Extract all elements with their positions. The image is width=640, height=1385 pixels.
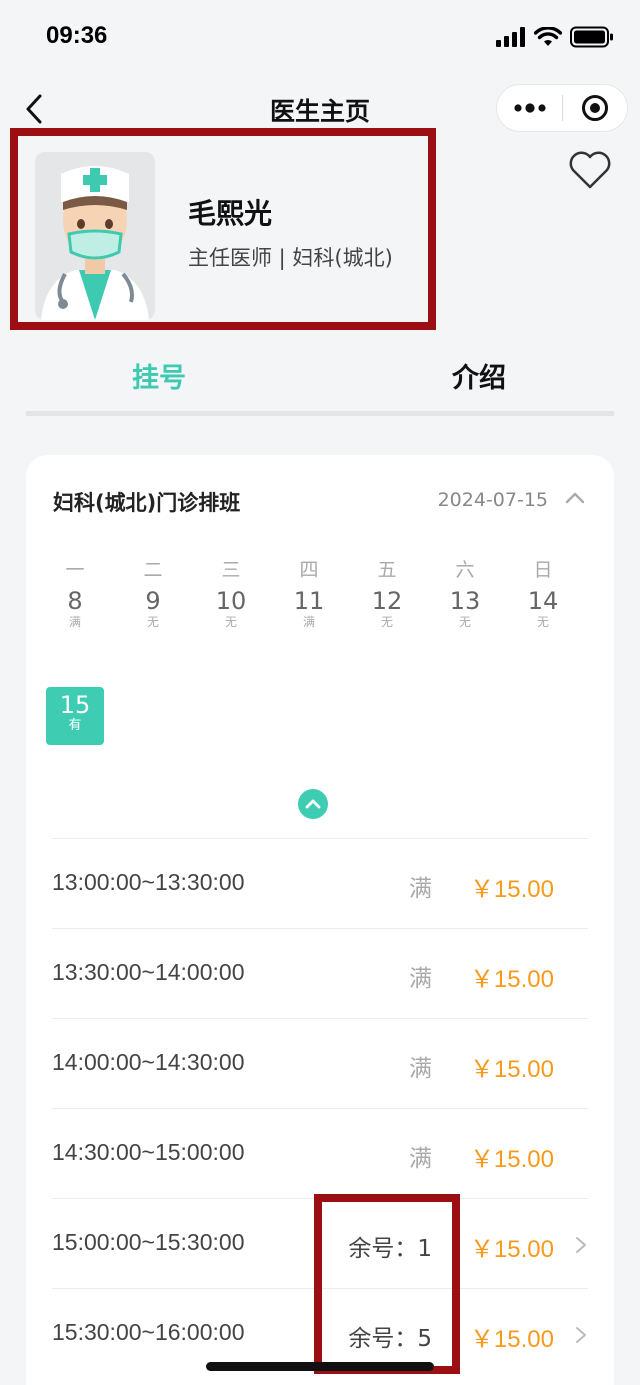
day-number: 10 <box>215 587 247 615</box>
slot-status: 满 <box>409 1056 432 1082</box>
doctor-avatar <box>35 152 155 320</box>
slot-price: ￥15.00 <box>469 876 554 903</box>
calendar-day[interactable]: 六 13 无 <box>426 555 504 629</box>
day-number: 11 <box>293 587 325 615</box>
calendar-day[interactable]: 三 10 无 <box>192 555 270 629</box>
day-status: 无 <box>536 615 549 629</box>
calendar-toggle-button[interactable] <box>564 487 586 507</box>
weekday-label: 一 <box>65 559 85 581</box>
day-status: 无 <box>224 615 237 629</box>
favorite-button[interactable] <box>568 150 612 190</box>
slot-status: 满 <box>409 966 432 992</box>
slot-time: 15:30:00~16:00:00 <box>52 1319 245 1345</box>
doctor-title-dept: 主任医师 | 妇科(城北) <box>188 246 393 270</box>
tab-bar: 挂号 介绍 <box>26 340 614 416</box>
doctor-name: 毛熙光 <box>188 197 273 230</box>
slot-status: 满 <box>409 876 432 902</box>
calendar-day-selected[interactable]: 15 有 <box>46 687 104 745</box>
day-number: 14 <box>527 587 559 615</box>
chevron-right-icon <box>574 1325 588 1345</box>
day-number: 9 <box>145 587 161 615</box>
time-slot-row: 13:30:00~14:00:00 满 ￥15.00 <box>52 928 588 1018</box>
signal-icon <box>496 27 525 47</box>
more-icon <box>513 103 546 113</box>
schedule-title: 妇科(城北)门诊排班 <box>53 491 241 515</box>
time-slot-row: 14:00:00~14:30:00 满 ￥15.00 <box>52 1018 588 1108</box>
slot-time: 15:00:00~15:30:00 <box>52 1229 245 1255</box>
week-calendar: 一 8 满 二 9 无 三 10 无 四 11 满 五 12 无 六 13 无 <box>36 555 582 629</box>
mini-program-capsule <box>496 84 628 132</box>
slot-time: 14:30:00~15:00:00 <box>52 1139 245 1165</box>
tab-introduction[interactable]: 介绍 <box>452 356 506 395</box>
day-status: 满 <box>68 615 81 629</box>
slot-price: ￥15.00 <box>469 1146 554 1173</box>
doctor-illustration-icon <box>35 152 155 320</box>
day-number: 13 <box>449 587 481 615</box>
calendar-day[interactable]: 日 14 无 <box>504 555 582 629</box>
status-time: 09:36 <box>46 22 108 49</box>
wifi-icon <box>534 27 562 46</box>
weekday-label: 日 <box>533 559 553 581</box>
weekday-label: 三 <box>221 559 241 581</box>
slot-price: ￥15.00 <box>469 1056 554 1083</box>
day-number: 12 <box>371 587 403 615</box>
tab-divider <box>26 411 614 416</box>
slot-time: 13:00:00~13:30:00 <box>52 869 245 895</box>
close-target-icon <box>581 95 608 121</box>
day-status: 有 <box>68 718 82 733</box>
slot-price: ￥15.00 <box>469 1326 554 1353</box>
calendar-day[interactable]: 五 12 无 <box>348 555 426 629</box>
weekday-label: 二 <box>143 559 163 581</box>
weekday-label: 六 <box>455 559 475 581</box>
chevron-up-icon <box>305 799 321 809</box>
calendar-day[interactable]: 二 9 无 <box>114 555 192 629</box>
chevron-up-icon <box>565 492 585 504</box>
weekday-label: 四 <box>299 559 319 581</box>
slot-price: ￥15.00 <box>469 966 554 993</box>
day-number: 15 <box>59 691 91 719</box>
home-indicator <box>206 1362 434 1371</box>
status-bar: 09:36 <box>0 0 640 80</box>
schedule-date[interactable]: 2024-07-15 <box>438 489 548 511</box>
close-button[interactable] <box>563 84 627 132</box>
remaining-slots-highlight <box>314 1194 460 1374</box>
day-status: 满 <box>302 615 315 629</box>
heart-outline-icon <box>569 151 611 189</box>
slot-status: 满 <box>409 1146 432 1172</box>
weekday-label: 五 <box>377 559 397 581</box>
calendar-day[interactable]: 一 8 满 <box>36 555 114 629</box>
tab-register[interactable]: 挂号 <box>132 356 186 395</box>
day-status: 无 <box>146 615 159 629</box>
day-status: 无 <box>380 615 393 629</box>
slot-time: 13:30:00~14:00:00 <box>52 959 245 985</box>
battery-icon <box>570 26 613 48</box>
collapse-button[interactable] <box>298 789 328 819</box>
calendar-day[interactable]: 四 11 满 <box>270 555 348 629</box>
day-status: 无 <box>458 615 471 629</box>
doctor-info-highlight: 毛熙光 主任医师 | 妇科(城北) <box>10 128 436 330</box>
slot-price: ￥15.00 <box>469 1236 554 1263</box>
status-icons <box>496 26 614 48</box>
slot-time: 14:00:00~14:30:00 <box>52 1049 245 1075</box>
day-number: 8 <box>67 587 83 615</box>
chevron-right-icon <box>574 1235 588 1255</box>
time-slot-row: 14:30:00~15:00:00 满 ￥15.00 <box>52 1108 588 1198</box>
time-slot-row: 13:00:00~13:30:00 满 ￥15.00 <box>52 838 588 928</box>
more-button[interactable] <box>497 84 562 132</box>
